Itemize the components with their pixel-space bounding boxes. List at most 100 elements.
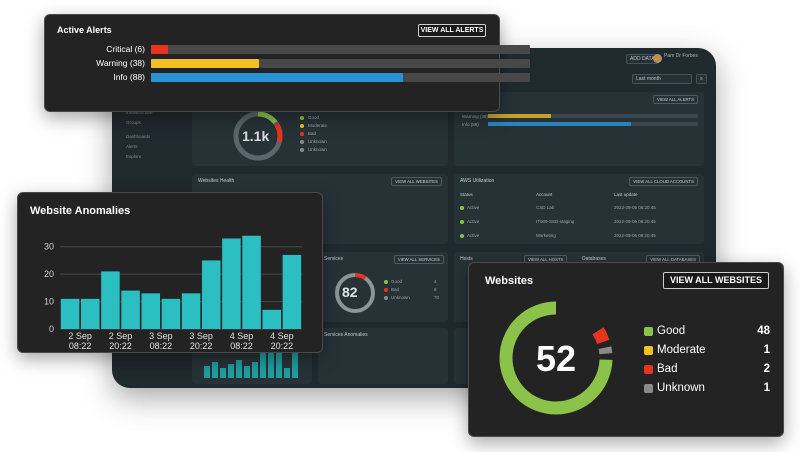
bg-view-all-websites-button[interactable]: VIEW ALL WEBSITES: [391, 177, 442, 186]
bg-services-legend-dot: [384, 288, 388, 292]
sidebar-item-dashboards[interactable]: Dashboards: [126, 134, 150, 139]
anomalies-x-tick-label: 08:22: [69, 341, 92, 351]
bg-hosts-legend-label: Unknown: [308, 147, 327, 152]
bg-hosts-legend-label: Bad: [308, 131, 317, 136]
anomalies-bar[interactable]: [60, 298, 80, 329]
anomalies-bar[interactable]: [121, 290, 140, 329]
legend-count: 1: [763, 382, 770, 394]
websites-legend-item[interactable]: Good 48: [644, 325, 770, 341]
view-all-cloud-accounts-button[interactable]: VIEW ALL CLOUD ACCOUNTS: [629, 177, 698, 186]
anomalies-bar[interactable]: [201, 260, 221, 329]
bg-small-bar: [252, 362, 258, 378]
alert-label: Critical (6): [106, 44, 145, 54]
bg-aws-header: Status: [460, 192, 473, 197]
bg-services-title: Services: [324, 256, 344, 262]
alert-bar-fill: [151, 59, 259, 68]
alert-row[interactable]: Warning (38): [45, 58, 530, 69]
bg-aws-cell-status: Active: [467, 233, 480, 238]
bg-small-bar: [220, 368, 226, 378]
bg-small-bar: [228, 364, 234, 378]
legend-label: Good: [657, 325, 686, 337]
legend-swatch: [644, 346, 653, 355]
bg-services-legend-count: 8: [434, 287, 437, 292]
website-anomalies-panel: Website Anomalies 0 10 20 30 2 Sep 08:22 2 Sep…: [17, 192, 323, 353]
anomalies-x-tick-label: 2 Sep: [109, 331, 133, 341]
anomalies-y-tick-label: 20: [44, 269, 54, 279]
bg-services-card: Services VIEW ALL SERVICES 82 Good 4 Bad 8 U…: [318, 252, 448, 322]
alert-row[interactable]: Critical (6): [45, 44, 530, 55]
bg-services-legend-dot: [384, 280, 388, 284]
anomalies-x-tick-label: 20:22: [109, 341, 132, 351]
user-name: Pam Dr Forbes: [664, 53, 698, 59]
anomalies-x-tick-label: 4 Sep: [270, 331, 294, 341]
sidebar-item-groups[interactable]: Groups: [126, 120, 141, 125]
alert-bar-fill: [151, 73, 404, 82]
bg-hosts-legend-dot: [300, 140, 304, 144]
anomalies-x-tick-label: 2 Sep: [68, 331, 92, 341]
bg-hosts-total: 1.1k: [242, 128, 270, 144]
bg-aws-header: Account: [536, 192, 553, 197]
bg-services-legend-label: Unknown: [391, 295, 410, 300]
bg-aws-cell-updated: 2022-09-05 06:20:45: [614, 233, 656, 238]
active-alerts-title: Active Alerts: [57, 25, 112, 35]
legend-label: Unknown: [657, 382, 705, 394]
bg-aws-status-dot: [460, 206, 464, 210]
anomalies-bar[interactable]: [262, 309, 282, 329]
legend-label: Bad: [657, 363, 678, 375]
anomalies-bar[interactable]: [101, 271, 120, 329]
anomalies-y-tick-label: 0: [49, 324, 54, 334]
date-range-select[interactable]: Last month: [632, 74, 692, 84]
anomalies-x-tick-label: 20:22: [190, 341, 213, 351]
anomalies-bar[interactable]: [282, 254, 302, 329]
view-all-websites-button[interactable]: VIEW ALL WEBSITES: [663, 272, 769, 289]
anomalies-x-tick-label: 08:22: [230, 341, 253, 351]
bg-alert-info-label: Info (88): [462, 122, 479, 127]
legend-count: 48: [757, 325, 770, 337]
alert-bar-track: [151, 45, 530, 54]
websites-legend-item[interactable]: Unknown 1: [644, 382, 770, 398]
anomalies-bar[interactable]: [141, 293, 161, 329]
bg-aws-status-dot: [460, 220, 464, 224]
alert-row[interactable]: Info (88): [45, 72, 530, 83]
settings-icon[interactable]: ≡: [696, 74, 707, 84]
view-all-alerts-button[interactable]: VIEW ALL ALERTS: [418, 24, 486, 37]
sidebar-item-explore[interactable]: Explore: [126, 154, 141, 159]
bg-alert-info-bar: [488, 122, 698, 126]
alert-label: Warning (38): [96, 58, 145, 68]
avatar[interactable]: [653, 54, 662, 63]
anomalies-bar[interactable]: [222, 238, 241, 329]
anomalies-bar[interactable]: [181, 293, 201, 329]
anomalies-bar[interactable]: [161, 298, 181, 329]
bg-services-legend-label: Bad: [391, 287, 400, 292]
websites-legend-item[interactable]: Moderate 1: [644, 344, 770, 360]
bg-hosts-legend-label: Unknown: [308, 139, 327, 144]
sidebar-item-alerts[interactable]: Alerts: [126, 144, 138, 149]
view-all-alerts-button[interactable]: VIEW ALL ALERTS: [652, 95, 698, 104]
bg-hosts-legend-label: Good: [308, 115, 320, 120]
bg-small-bar: [212, 362, 218, 378]
bg-hosts-legend-dot: [300, 124, 304, 128]
bg-services-legend-count: 4: [434, 279, 437, 284]
anomalies-bar[interactable]: [80, 298, 100, 329]
active-alerts-panel: Active Alerts VIEW ALL ALERTS Critical (…: [44, 14, 530, 112]
bg-aws-cell-status: Active: [467, 205, 480, 210]
bg-hosts-legend-dot: [300, 148, 304, 152]
anomalies-bar[interactable]: [242, 235, 261, 329]
anomalies-x-tick-label: 20:22: [271, 341, 294, 351]
bg-aws-header: Last update: [614, 192, 638, 197]
bg-hosts-legend-dot: [300, 132, 304, 136]
bg-services-anomalies-card: Services Anomalies: [318, 328, 448, 384]
bg-small-bar: [244, 366, 250, 378]
bg-services-legend-label: Good: [391, 279, 403, 284]
bg-aws-cell-updated: 2022-09-05 06:20:45: [614, 219, 656, 224]
bg-services-total: 82: [342, 284, 358, 300]
websites-total: 52: [535, 338, 577, 379]
legend-count: 1: [763, 344, 770, 356]
websites-legend-item[interactable]: Bad 2: [644, 363, 770, 379]
alert-bar-track: [151, 59, 530, 68]
view-all-services-button[interactable]: VIEW ALL SERVICES: [393, 255, 444, 264]
bg-services-anomalies-title: Services Anomalies: [324, 332, 368, 338]
bg-aws-cell-account: CSD Lab: [536, 205, 555, 210]
bg-small-bar: [236, 360, 242, 378]
alert-bar-fill: [151, 45, 169, 54]
